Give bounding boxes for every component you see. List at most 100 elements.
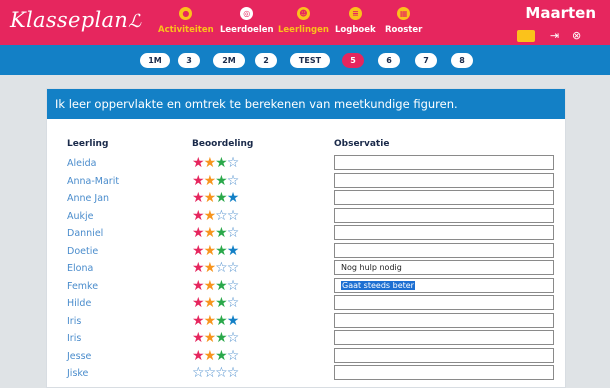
star-filled-icon[interactable]: ★	[204, 295, 217, 311]
star-empty-icon[interactable]: ☆	[227, 155, 240, 171]
observation-field[interactable]	[334, 207, 554, 223]
observation-field[interactable]	[334, 295, 554, 310]
star-empty-icon[interactable]: ☆	[204, 365, 217, 381]
tab-7[interactable]: 7	[415, 53, 437, 68]
tab-8[interactable]: 8	[451, 53, 473, 68]
star-filled-icon[interactable]: ★	[192, 225, 205, 241]
star-filled-icon[interactable]: ★	[192, 173, 205, 189]
student-name[interactable]: Doetie	[67, 246, 98, 257]
star-empty-icon[interactable]: ☆	[227, 173, 240, 189]
star-filled-icon[interactable]: ★	[215, 295, 228, 311]
star-empty-icon[interactable]: ☆	[227, 208, 240, 224]
student-name[interactable]: Iris	[67, 316, 81, 327]
student-name[interactable]: Anne Jan	[67, 193, 109, 204]
star-filled-icon[interactable]: ★	[215, 278, 228, 294]
student-name[interactable]: Elona	[67, 263, 93, 274]
tab-2m[interactable]: 2M	[213, 53, 245, 68]
observation-field[interactable]	[334, 242, 554, 258]
star-filled-icon[interactable]: ★	[215, 173, 228, 189]
tab-6[interactable]: 6	[378, 53, 400, 68]
star-filled-icon[interactable]: ★	[192, 348, 205, 364]
star-empty-icon[interactable]: ☆	[215, 365, 228, 381]
user-name[interactable]: Maarten	[525, 4, 596, 22]
star-filled-icon[interactable]: ★	[215, 243, 228, 259]
star-filled-icon[interactable]: ★	[215, 330, 228, 346]
star-filled-icon[interactable]: ★	[215, 313, 228, 329]
student-name[interactable]: Femke	[67, 281, 98, 292]
student-name[interactable]: Danniel	[67, 228, 103, 239]
student-name[interactable]: Aukje	[67, 211, 94, 222]
observation-field[interactable]	[334, 347, 554, 363]
observation-field[interactable]: Gaat steeds beter	[334, 277, 554, 293]
star-filled-icon[interactable]: ★	[204, 330, 217, 346]
student-name[interactable]: Iris	[67, 333, 81, 344]
star-empty-icon[interactable]: ☆	[227, 365, 240, 381]
app-logo[interactable]: Klasseplanℒ	[10, 8, 141, 32]
nav-leerlingen[interactable]: ☻ Leerlingen	[278, 7, 329, 35]
star-empty-icon[interactable]: ☆	[192, 365, 205, 381]
observation-field[interactable]	[334, 330, 554, 345]
star-empty-icon[interactable]: ☆	[227, 278, 240, 294]
star-filled-icon[interactable]: ★	[192, 190, 205, 206]
star-filled-icon[interactable]: ★	[215, 155, 228, 171]
observation-field[interactable]	[334, 365, 554, 380]
tab-3[interactable]: 3	[178, 53, 200, 68]
star-filled-icon[interactable]: ★	[192, 155, 205, 171]
observation-field[interactable]	[334, 155, 554, 170]
observation-field[interactable]	[334, 312, 554, 328]
star-filled-icon[interactable]: ★	[192, 260, 205, 276]
tab-2[interactable]: 2	[255, 53, 277, 68]
star-filled-icon[interactable]: ★	[204, 155, 217, 171]
tab-5[interactable]: 5	[342, 53, 364, 68]
star-filled-icon[interactable]: ★	[204, 348, 217, 364]
star-filled-icon[interactable]: ★	[192, 313, 205, 329]
star-rating: ★★★☆	[192, 330, 240, 346]
star-empty-icon[interactable]: ☆	[227, 348, 240, 364]
star-empty-icon[interactable]: ☆	[227, 295, 240, 311]
star-filled-icon[interactable]: ★	[192, 243, 205, 259]
close-icon[interactable]: ⊗	[572, 29, 581, 42]
star-filled-icon[interactable]: ★	[192, 295, 205, 311]
star-filled-icon[interactable]: ★	[215, 225, 228, 241]
tab-test[interactable]: TEST	[290, 53, 330, 68]
star-filled-icon[interactable]: ★	[204, 243, 217, 259]
observation-field[interactable]	[334, 225, 554, 240]
star-filled-icon[interactable]: ★	[227, 313, 240, 329]
star-filled-icon[interactable]: ★	[192, 278, 205, 294]
star-filled-icon[interactable]: ★	[215, 348, 228, 364]
star-empty-icon[interactable]: ☆	[227, 260, 240, 276]
nav-logboek[interactable]: ≡ Logboek	[335, 7, 376, 35]
target-icon: ◎	[240, 7, 254, 20]
star-filled-icon[interactable]: ★	[204, 173, 217, 189]
star-filled-icon[interactable]: ★	[204, 313, 217, 329]
logbook-icon: ≡	[348, 7, 362, 20]
observation-field[interactable]	[334, 172, 554, 188]
star-empty-icon[interactable]: ☆	[227, 330, 240, 346]
star-filled-icon[interactable]: ★	[204, 208, 217, 224]
student-name[interactable]: Jiske	[67, 368, 88, 379]
star-filled-icon[interactable]: ★	[215, 190, 228, 206]
star-empty-icon[interactable]: ☆	[215, 260, 228, 276]
star-filled-icon[interactable]: ★	[192, 330, 205, 346]
star-filled-icon[interactable]: ★	[227, 243, 240, 259]
student-name[interactable]: Jesse	[67, 351, 91, 362]
star-filled-icon[interactable]: ★	[204, 225, 217, 241]
nav-leerdoelen[interactable]: ◎ Leerdoelen	[220, 7, 274, 35]
star-filled-icon[interactable]: ★	[204, 260, 217, 276]
star-filled-icon[interactable]: ★	[204, 278, 217, 294]
observation-field[interactable]	[334, 190, 554, 205]
logout-icon[interactable]: ⇥	[550, 29, 559, 42]
tab-1m[interactable]: 1M	[140, 53, 170, 68]
star-empty-icon[interactable]: ☆	[215, 208, 228, 224]
observation-field[interactable]: Nog hulp nodig	[334, 260, 554, 275]
star-empty-icon[interactable]: ☆	[227, 225, 240, 241]
nav-rooster[interactable]: ▦ Rooster	[385, 7, 422, 35]
nav-activiteiten[interactable]: ● Activiteiten	[158, 7, 214, 35]
student-name[interactable]: Hilde	[67, 298, 91, 309]
class-book-icon[interactable]	[517, 30, 535, 42]
student-name[interactable]: Anna-Marit	[67, 176, 119, 187]
student-name[interactable]: Aleida	[67, 158, 96, 169]
star-filled-icon[interactable]: ★	[227, 190, 240, 206]
star-filled-icon[interactable]: ★	[204, 190, 217, 206]
star-filled-icon[interactable]: ★	[192, 208, 205, 224]
